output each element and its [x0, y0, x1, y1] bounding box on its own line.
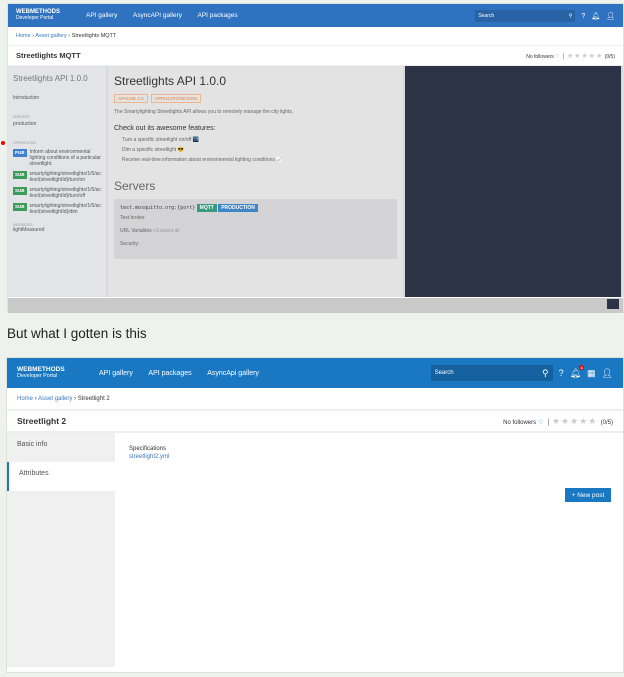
notification-badge: 4	[578, 364, 585, 370]
security-label: Security:	[120, 241, 140, 247]
apps-grid-icon[interactable]: ▦	[587, 368, 596, 379]
url-variables-toggle[interactable]: URL Variables	[120, 228, 152, 234]
sub-badge: SUB	[13, 187, 27, 195]
search-icon[interactable]: ⚲	[569, 13, 573, 19]
sub-badge: SUB	[13, 203, 27, 211]
rating-stars[interactable]: ★★★★★	[567, 53, 603, 60]
title-bar: Streetlight 2 No followers ♡ │ ★★★★★ (0/…	[7, 411, 623, 433]
servers-label: SERVERS	[13, 115, 30, 119]
top-nav: WEBMETHODS Developer Portal API gallery A…	[8, 4, 623, 27]
search-placeholder: Search	[434, 370, 454, 376]
feature-item: Receive real-time information about envi…	[122, 157, 283, 163]
spec-file-link[interactable]: streetlight2.yml	[129, 454, 169, 460]
post-caption: But what I gotten is this	[7, 326, 147, 341]
brand-logo[interactable]: WEBMETHODS Developer Portal	[17, 366, 99, 379]
help-icon[interactable]: ?	[581, 13, 585, 20]
page-title: Streetlights MQTT	[16, 51, 81, 60]
brand-sub: Developer Portal	[16, 15, 54, 22]
help-icon[interactable]: ?	[559, 368, 564, 378]
operation-text: smartylighting/streetlights/1/0/action/{…	[29, 203, 101, 215]
operation-item[interactable]: SUB smartylighting/streetlights/1/0/actio…	[13, 171, 101, 183]
protocol-badge: MQTT	[196, 204, 217, 212]
search-input[interactable]: Search ⚲	[430, 365, 553, 381]
scroll-top-button[interactable]	[607, 299, 619, 309]
feature-item: Dim a specific streetlight 😎	[122, 147, 184, 153]
operation-text: smartylighting/streetlights/1/0/action/{…	[29, 187, 101, 199]
env-badge: PRODUCTION	[218, 204, 258, 212]
rating-stars[interactable]: ★★★★★	[552, 416, 597, 426]
sidebar-introduction[interactable]: Introduction	[13, 95, 101, 101]
nav-api-packages[interactable]: API packages	[197, 12, 237, 19]
actual-screenshot: WEBMETHODS Developer Portal API gallery A…	[6, 357, 624, 673]
bell-icon[interactable]: 🔔︎ 4	[570, 364, 585, 379]
feature-item: Turn a specific streetlight on/off 🌃	[122, 137, 199, 143]
specifications-label: Specifications	[129, 446, 167, 452]
code-panel	[405, 66, 621, 297]
operation-item[interactable]: SUB smartylighting/streetlights/1/0/actio…	[13, 187, 101, 199]
sidebar-server[interactable]: production	[13, 121, 101, 127]
search-icon[interactable]: ⚲	[542, 368, 549, 379]
operations-label: OPERATIONS	[13, 141, 36, 145]
footer-strip	[8, 298, 623, 313]
sidebar-title: Streetlights API 1.0.0	[13, 74, 88, 83]
nav-asyncapi-gallery[interactable]: AsyncAPI gallery	[133, 12, 182, 19]
crumb-asset-gallery[interactable]: Asset gallery	[35, 33, 67, 39]
operation-item[interactable]: SUB smartylighting/streetlights/1/0/actio…	[13, 203, 101, 215]
nav-asyncapi-gallery[interactable]: AsyncApi gallery	[207, 370, 259, 377]
features-title: Check out its awesome features:	[114, 125, 216, 132]
crumb-home[interactable]: Home	[16, 33, 31, 39]
crumb-home[interactable]: Home	[17, 396, 33, 402]
followers-button[interactable]: No followers	[503, 420, 536, 426]
search-input[interactable]: Search ⚲	[475, 9, 576, 22]
api-main: Streetlights API 1.0.0 APACHE 2.0 APPLICA…	[108, 66, 403, 297]
crumb-current: Streetlights MQTT	[71, 33, 117, 39]
operation-text: Inform about environmental lighting cond…	[29, 149, 101, 167]
rating-count: (0/5)	[600, 419, 613, 426]
heart-icon[interactable]: ♡	[555, 54, 559, 60]
pub-badge: PUB	[13, 149, 27, 157]
brand-sub: Developer Portal	[17, 372, 58, 379]
specifications-section: Specifications streetlight2.yml	[129, 446, 169, 460]
asset-tabs: Basic info Attributes	[7, 433, 115, 667]
user-icon[interactable]: 👤︎	[602, 368, 613, 379]
red-dot-marker	[1, 141, 5, 145]
page-title: Streetlight 2	[17, 416, 67, 426]
api-sidebar: Streetlights API 1.0.0 Introduction SERV…	[8, 66, 106, 297]
bell-icon[interactable]: 🔔︎	[591, 12, 600, 20]
tab-basic-info[interactable]: Basic info	[7, 433, 115, 462]
api-description: The Smartylighting Streetlights API allo…	[114, 109, 294, 115]
expected-screenshot: WEBMETHODS Developer Portal API gallery A…	[1, 3, 624, 313]
asyncapi-viewer: Streetlights API 1.0.0 Introduction SERV…	[8, 66, 623, 297]
breadcrumb: Home › Asset gallery › Streetlight 2	[7, 388, 623, 411]
title-bar: Streetlights MQTT No followers ♡ │ ★★★★★…	[8, 46, 623, 66]
nav-api-gallery[interactable]: API gallery	[86, 12, 117, 19]
followers-button[interactable]: No followers	[526, 54, 554, 60]
crumb-current: Streetlight 2	[77, 396, 110, 402]
operation-item[interactable]: PUB Inform about environmental lighting c…	[13, 149, 101, 167]
server-url: test.mosquitto.org:{port}	[120, 205, 196, 211]
server-card: test.mosquitto.org:{port} MQTT PRODUCTIO…	[114, 199, 397, 259]
top-nav: WEBMETHODS Developer Portal API gallery A…	[7, 358, 623, 388]
content-type-tag: APPLICATION/JSON	[150, 94, 202, 103]
tab-attributes[interactable]: Attributes	[7, 462, 115, 491]
nav-api-packages[interactable]: API packages	[148, 370, 191, 377]
user-icon[interactable]: 👤︎	[606, 12, 615, 20]
crumb-asset-gallery[interactable]: Asset gallery	[38, 396, 72, 402]
servers-heading: Servers	[114, 179, 156, 193]
server-description: Test broker	[120, 215, 145, 221]
sidebar-message[interactable]: lightMeasured	[13, 227, 101, 233]
api-heading: Streetlights API 1.0.0	[114, 74, 227, 88]
sub-badge: SUB	[13, 171, 27, 179]
search-placeholder: Search	[478, 12, 495, 19]
rating-count: (0/5)	[604, 53, 615, 60]
breadcrumb: Home › Asset gallery › Streetlights MQTT	[8, 27, 623, 46]
brand-logo[interactable]: WEBMETHODS Developer Portal	[16, 9, 86, 21]
expand-all-link[interactable]: Expand all	[156, 228, 179, 234]
nav-api-gallery[interactable]: API gallery	[99, 370, 133, 377]
license-tag[interactable]: APACHE 2.0	[114, 94, 148, 103]
new-post-button[interactable]: + New post	[565, 488, 611, 502]
operation-text: smartylighting/streetlights/1/0/action/{…	[29, 171, 101, 183]
heart-icon[interactable]: ♡	[538, 420, 543, 426]
